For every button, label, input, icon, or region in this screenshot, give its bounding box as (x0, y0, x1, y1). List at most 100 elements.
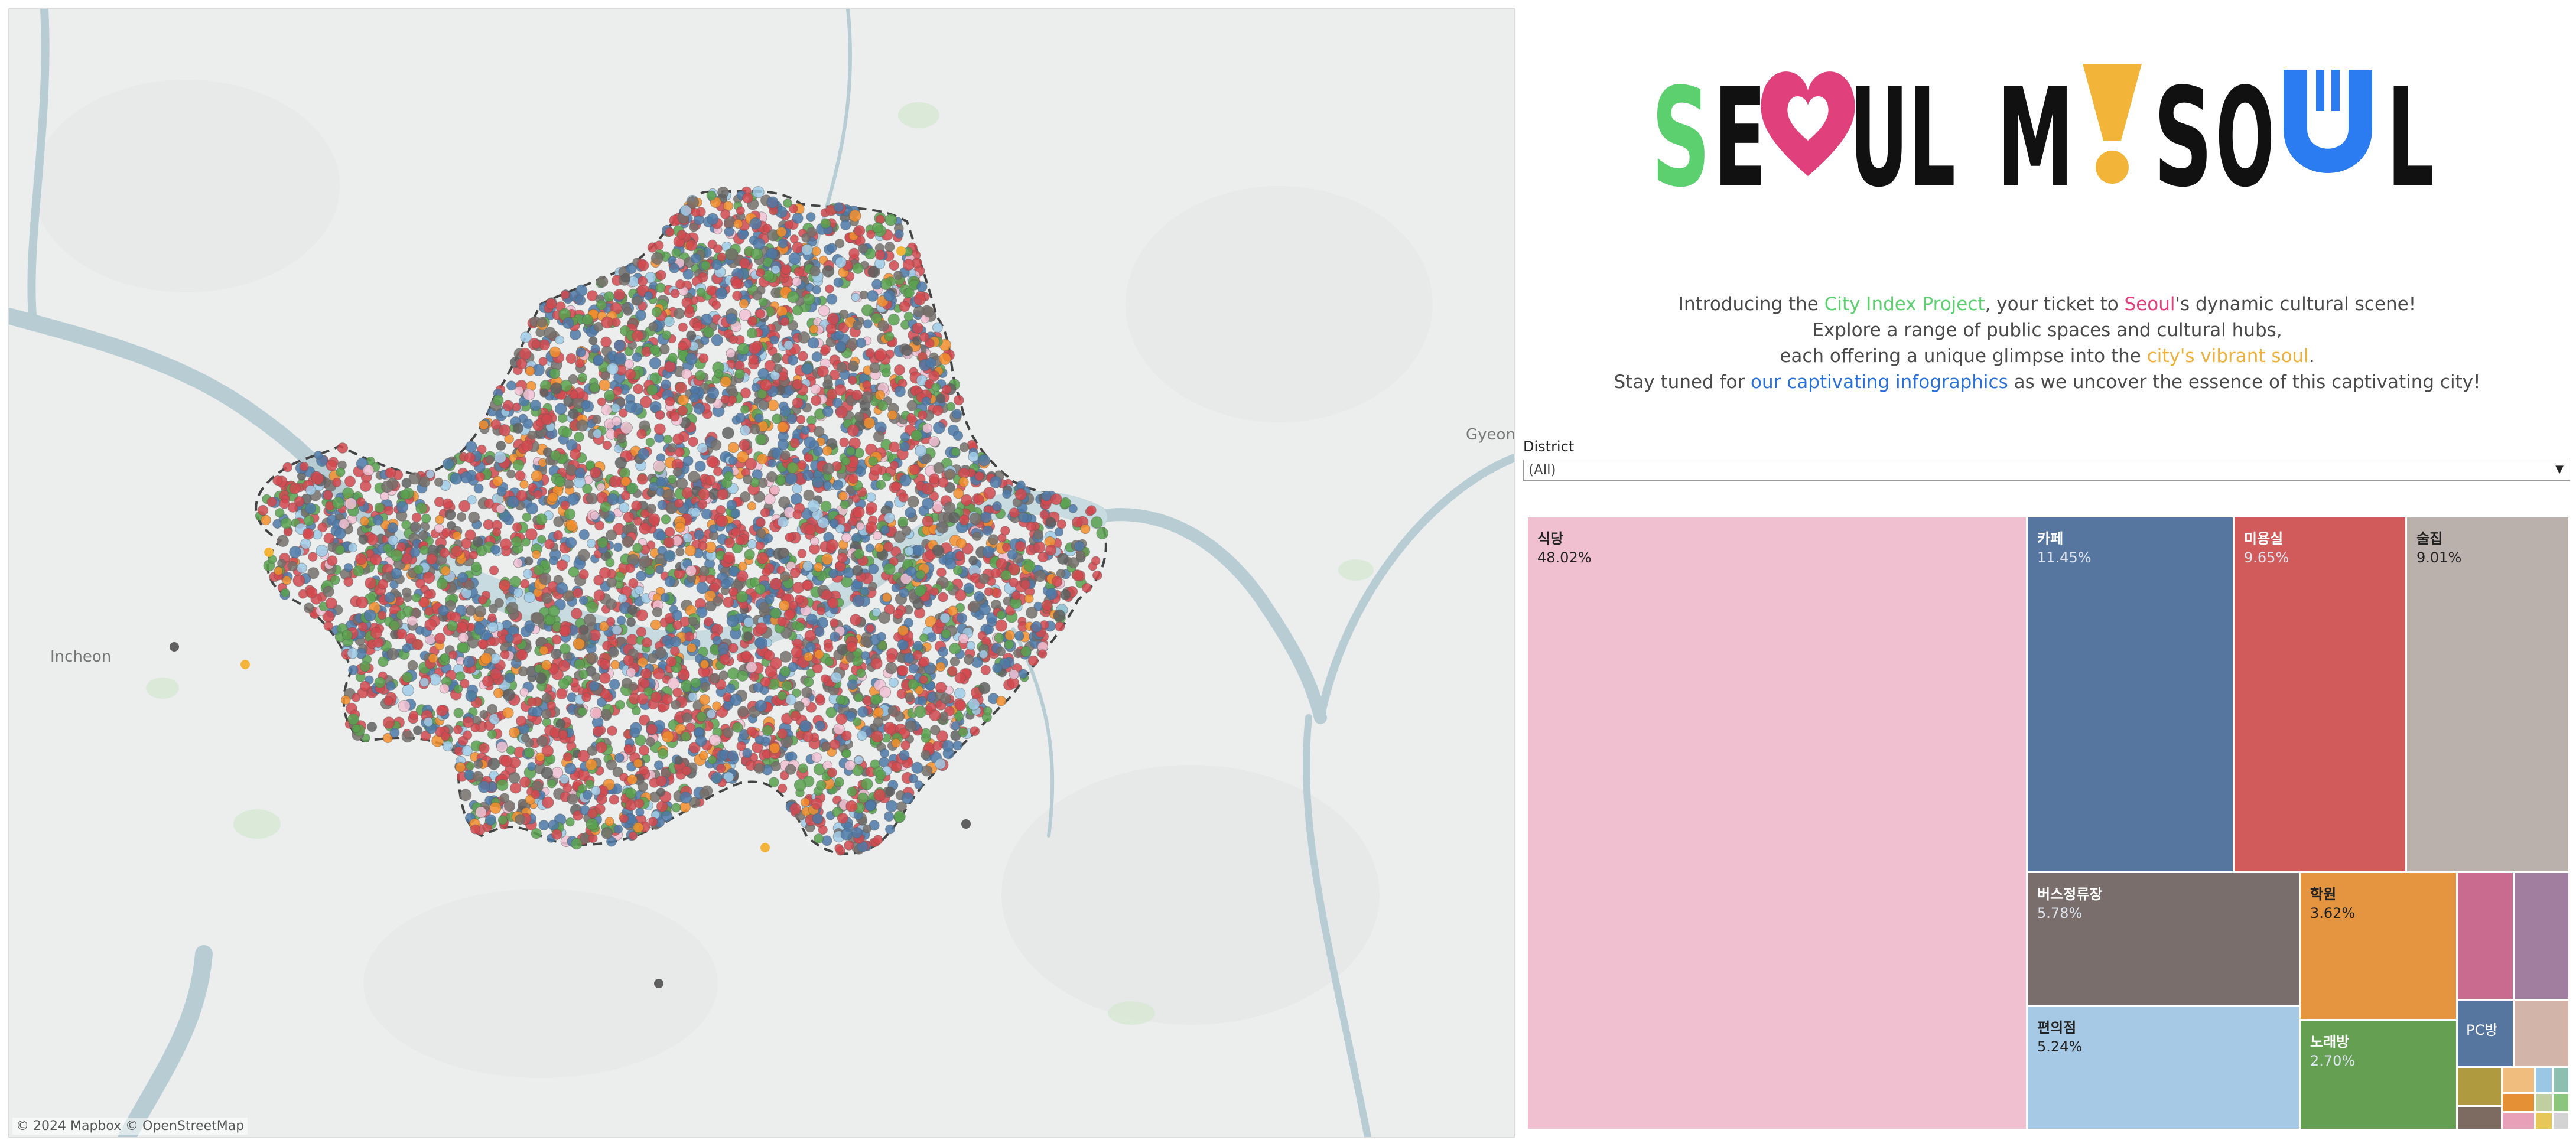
poi-dot (274, 566, 283, 576)
poi-dot (323, 490, 333, 500)
poi-dot (852, 717, 862, 727)
poi-dot (1034, 569, 1046, 582)
poi-dot (511, 536, 522, 548)
poi-dot (1018, 669, 1028, 679)
poi-dot (549, 346, 561, 358)
poi-dot (973, 494, 985, 506)
poi-dot (283, 527, 292, 537)
map-canvas[interactable] (9, 9, 1514, 1137)
poi-dot (807, 500, 820, 512)
poi-dot (657, 748, 669, 760)
poi-dot (695, 370, 706, 381)
poi-dot (577, 707, 587, 716)
poi-dot (467, 495, 477, 505)
poi-dot (272, 475, 283, 486)
poi-dot (473, 771, 483, 782)
poi-dot (796, 415, 806, 424)
poi-dot (596, 299, 607, 311)
poi-dot (812, 446, 824, 457)
poi-dot (636, 609, 648, 621)
poi-dot (502, 707, 514, 719)
poi-dot (457, 512, 467, 522)
poi-dot (857, 706, 869, 718)
poi-dot (777, 690, 788, 701)
map-view[interactable]: Gyeon Incheon © 2024 Mapbox © OpenStreet… (8, 8, 1515, 1138)
poi-dot (544, 539, 555, 550)
poi-dot (550, 382, 562, 395)
poi-dot (802, 561, 813, 572)
poi-dot (652, 607, 663, 617)
poi-dot (885, 662, 897, 675)
poi-dot (589, 382, 600, 393)
poi-dot (708, 755, 717, 764)
poi-dot (741, 650, 752, 661)
poi-dot (651, 307, 662, 317)
poi-dot (747, 539, 757, 549)
poi-dot (281, 588, 290, 598)
poi-dot (497, 815, 508, 825)
poi-dot (574, 432, 584, 442)
poi-dot (712, 701, 721, 711)
poi-dot (969, 512, 982, 525)
poi-dot (1041, 491, 1052, 501)
poi-dot (560, 500, 570, 510)
poi-dot (861, 304, 874, 317)
poi-dot (824, 643, 834, 653)
poi-dot (434, 497, 445, 507)
poi-dot (512, 422, 523, 434)
poi-dot (923, 306, 935, 318)
poi-dot (342, 487, 354, 500)
poi-dot (792, 213, 804, 224)
poi-dot (277, 559, 286, 568)
poi-dot (527, 697, 537, 707)
poi-dot (671, 610, 683, 621)
poi-dot (834, 384, 847, 396)
poi-dot (723, 551, 736, 564)
poi-dot (1000, 526, 1010, 536)
poi-dot (707, 213, 719, 225)
poi-dot (344, 475, 356, 487)
poi-dot (362, 464, 375, 477)
poi-dot (266, 497, 277, 507)
poi-dot (894, 386, 906, 398)
poi-dot (1082, 582, 1092, 593)
poi-dot (707, 387, 720, 399)
poi-dot (792, 397, 804, 409)
poi-dot (921, 483, 934, 495)
poi-dot (423, 717, 434, 727)
poi-dot (646, 724, 658, 735)
poi-dot (846, 447, 856, 456)
poi-dot (453, 708, 464, 718)
poi-dot (474, 605, 487, 618)
poi-dot (434, 477, 444, 487)
poi-dot (946, 402, 955, 411)
poi-dot (874, 249, 886, 260)
poi-dot (840, 500, 850, 509)
poi-dot (616, 615, 626, 625)
poi-dot (306, 587, 318, 599)
poi-dot (565, 817, 575, 827)
poi-dot (613, 340, 626, 351)
poi-dot (759, 602, 770, 613)
poi-dot (527, 762, 536, 771)
poi-dot (938, 592, 948, 602)
poi-dot (990, 475, 1002, 488)
poi-dot (578, 595, 588, 605)
poi-dot (835, 713, 848, 725)
poi-dot (1023, 560, 1036, 572)
poi-dot (974, 591, 984, 602)
poi-dot (873, 707, 884, 717)
poi-dot (539, 339, 551, 351)
poi-dot (573, 588, 583, 598)
poi-dot (863, 824, 872, 833)
poi-dot (356, 596, 369, 609)
poi-dot (635, 585, 644, 595)
poi-dot (559, 774, 570, 784)
poi-dot (696, 288, 706, 297)
poi-dot (675, 547, 685, 557)
poi-dot (700, 659, 710, 669)
poi-dot (687, 196, 700, 209)
poi-dot (933, 462, 945, 474)
poi-dot (1080, 523, 1091, 535)
poi-dot (667, 677, 680, 690)
